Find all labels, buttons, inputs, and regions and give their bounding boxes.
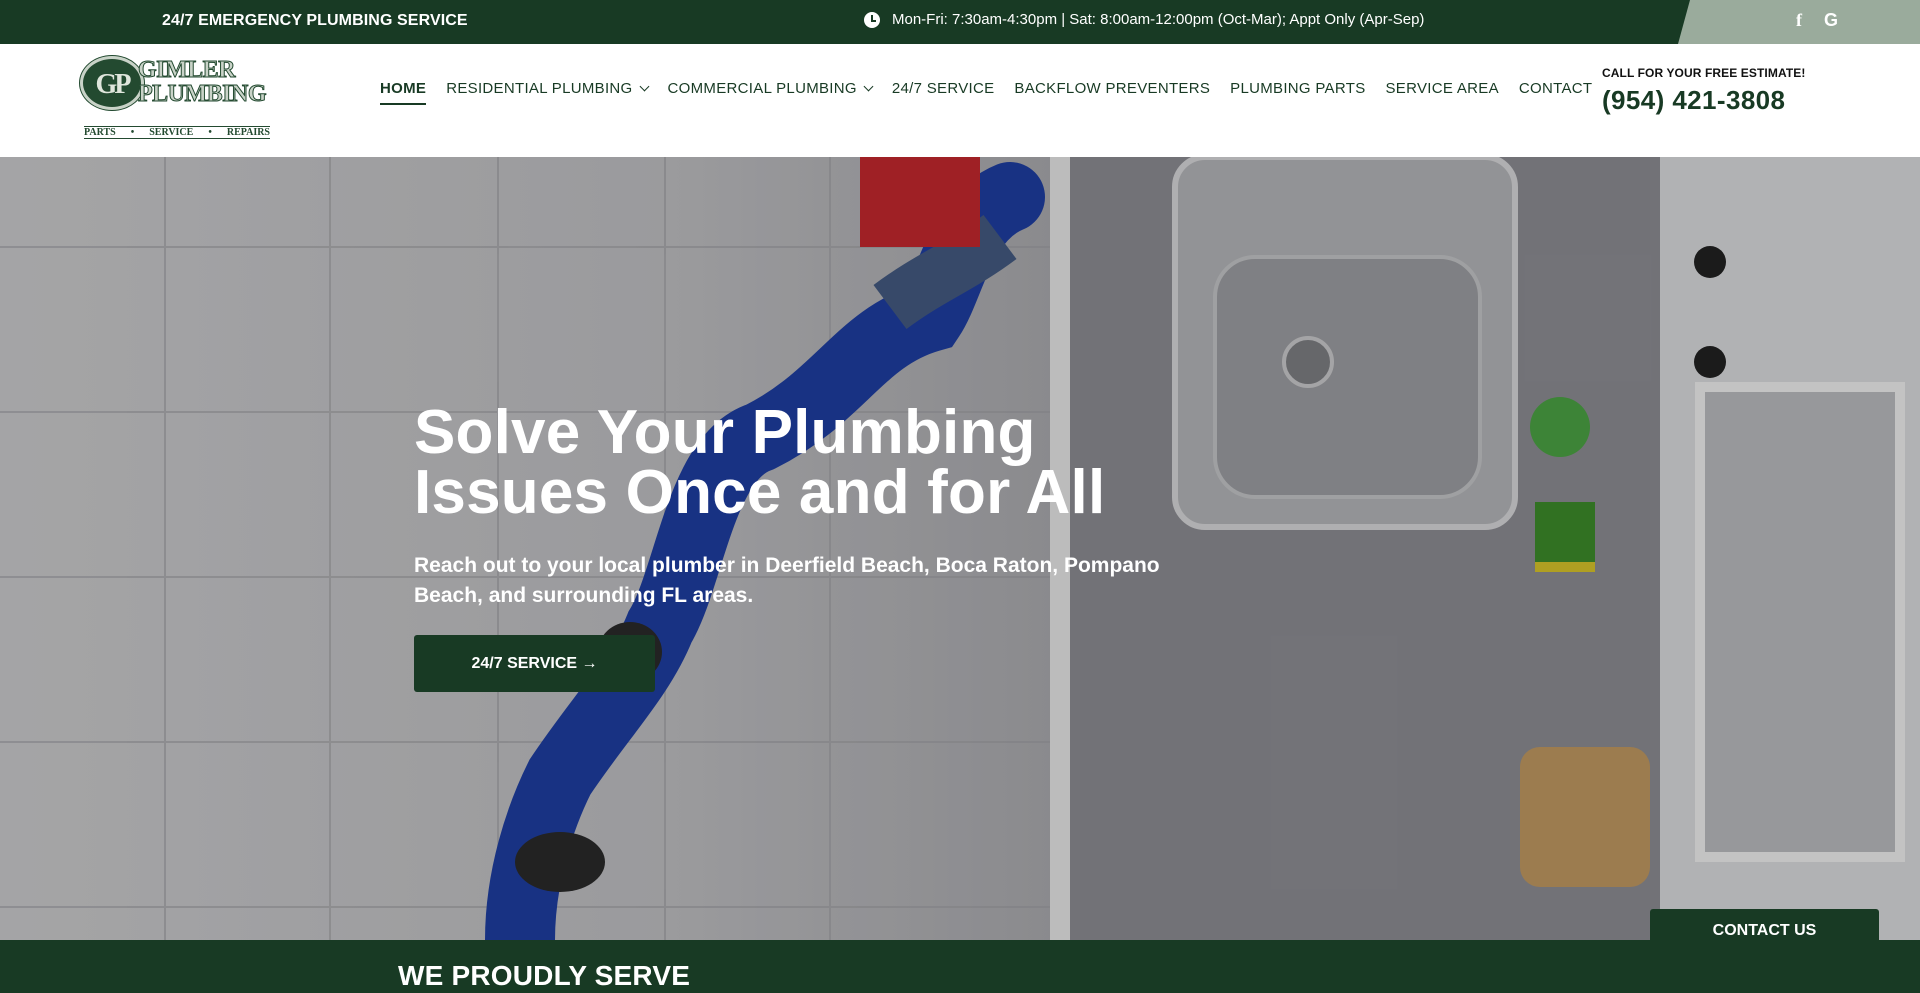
nav-item-label: CONTACT	[1518, 80, 1593, 97]
chevron-down-icon	[639, 81, 649, 92]
nav-item-home[interactable]: HOME	[380, 80, 427, 105]
emergency-service-text: 24/7 EMERGENCY PLUMBING SERVICE	[162, 12, 468, 29]
chevron-down-icon	[863, 81, 874, 92]
logo-tagline-separator: •	[208, 127, 212, 138]
logo-tagline-item: SERVICE	[149, 127, 194, 138]
logo-badge: GP	[80, 56, 144, 110]
business-hours: Mon-Fri: 7:30am-4:30pm | Sat: 8:00am-12:…	[864, 11, 1424, 28]
nav-item-plumbing-parts[interactable]: PLUMBING PARTS	[1230, 80, 1365, 105]
logo-tagline-separator: •	[130, 127, 135, 138]
nav-item-contact[interactable]: CONTACT	[1519, 80, 1592, 105]
nav-item-label: 24/7 SERVICE	[891, 80, 995, 97]
nav-item-label: BACKFLOW PREVENTERS	[1014, 80, 1211, 97]
hero-section: Solve Your Plumbing Issues Once and for …	[0, 157, 1920, 940]
top-bar: 24/7 EMERGENCY PLUMBING SERVICE Mon-Fri:…	[0, 0, 1920, 44]
service-areas-section: WE PROUDLY SERVE	[0, 940, 1920, 993]
hero-title: Solve Your Plumbing Issues Once and for …	[414, 398, 1106, 527]
google-icon[interactable]: G	[1824, 10, 1838, 31]
phone-number-link[interactable]: (954) 421-3808	[1602, 85, 1805, 116]
nav-item-backflow-preventers[interactable]: BACKFLOW PREVENTERS	[1014, 80, 1210, 105]
nav-item-residential-plumbing[interactable]: RESIDENTIAL PLUMBING	[446, 80, 649, 105]
logo-tagline-item: REPAIRS	[226, 127, 270, 138]
nav-item-service-area[interactable]: SERVICE AREA	[1386, 80, 1499, 105]
call-estimate: CALL FOR YOUR FREE ESTIMATE! (954) 421-3…	[1602, 66, 1805, 116]
social-links: f G	[1678, 0, 1920, 44]
logo-name-line1: GIMLER	[138, 57, 237, 83]
logo-tagline: PARTS • SERVICE • REPAIRS	[84, 126, 270, 139]
service-areas-title: WE PROUDLY SERVE	[398, 960, 691, 991]
clock-icon	[864, 11, 880, 28]
nav-item-label: SERVICE AREA	[1385, 80, 1499, 97]
logo-monogram: GP	[95, 69, 132, 100]
call-estimate-label: CALL FOR YOUR FREE ESTIMATE!	[1602, 66, 1806, 80]
facebook-icon[interactable]: f	[1796, 10, 1802, 31]
nav-item-label: HOME	[380, 80, 427, 97]
business-hours-text: Mon-Fri: 7:30am-4:30pm | Sat: 8:00am-12:…	[892, 11, 1425, 28]
nav-item-label: RESIDENTIAL PLUMBING	[446, 80, 633, 97]
logo-tagline-item: PARTS	[84, 127, 116, 138]
main-nav: HOME RESIDENTIAL PLUMBING COMMERCIAL PLU…	[380, 80, 1612, 105]
emergency-service-button[interactable]: 24/7 SERVICE →	[414, 635, 655, 692]
site-logo[interactable]: GP GIMLER PLUMBING PARTS • SERVICE • REP…	[80, 54, 270, 139]
nav-item-commercial-plumbing[interactable]: COMMERCIAL PLUMBING	[667, 80, 874, 105]
contact-us-button[interactable]: CONTACT US	[1650, 909, 1879, 953]
hero-subtitle: Reach out to your local plumber in Deerf…	[414, 554, 1160, 607]
logo-name-line2: PLUMBING	[138, 81, 268, 107]
nav-item-label: COMMERCIAL PLUMBING	[667, 80, 857, 97]
logo-name: GIMLER PLUMBING	[138, 57, 268, 107]
nav-item-24-7-service[interactable]: 24/7 SERVICE	[892, 80, 995, 105]
hero-overlay	[0, 157, 1920, 940]
site-header: GP GIMLER PLUMBING PARTS • SERVICE • REP…	[0, 44, 1920, 157]
nav-item-label: PLUMBING PARTS	[1230, 80, 1366, 97]
